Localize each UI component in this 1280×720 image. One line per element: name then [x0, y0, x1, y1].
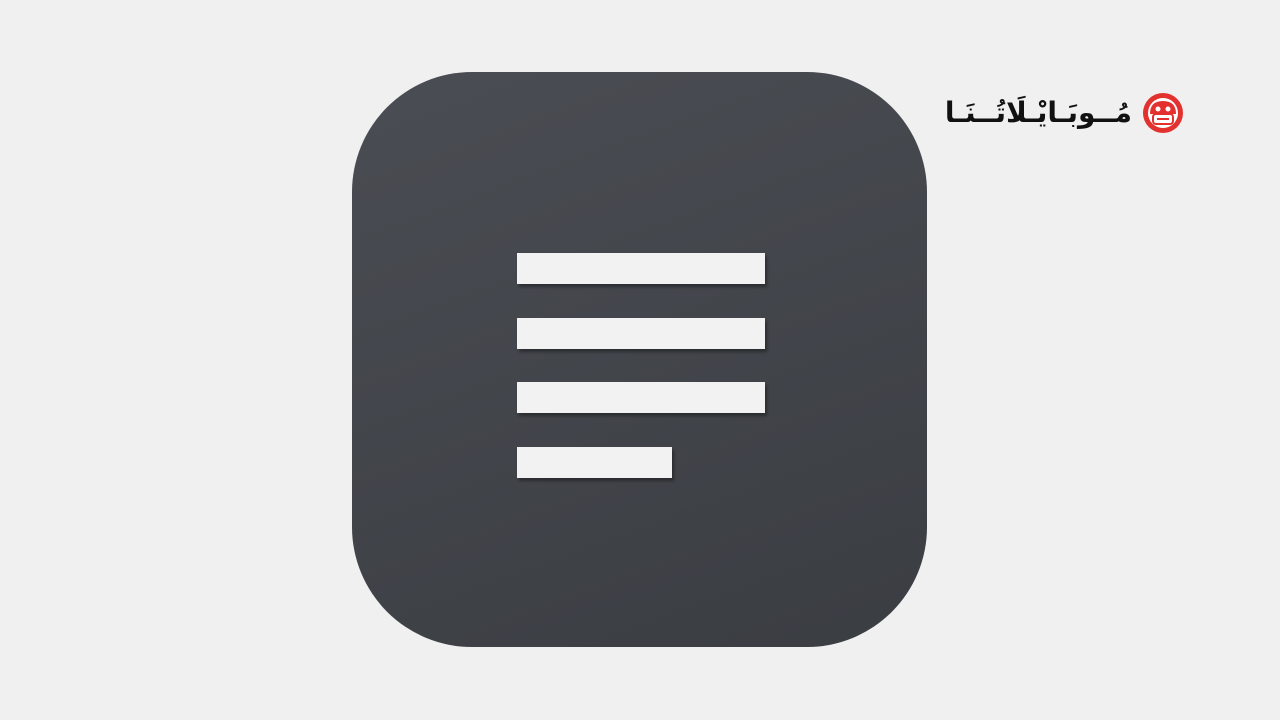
- watermark: مُــوبَـايْـلَاتُــنَـا: [945, 92, 1184, 134]
- robot-head-logo-icon: [1143, 93, 1183, 133]
- app-icon-background: [352, 72, 927, 647]
- page-canvas: مُــوبَـايْـلَاتُــنَـا: [0, 0, 1280, 720]
- text-line-bar: [517, 382, 765, 413]
- text-line-bar: [517, 446, 672, 478]
- text-line-bar: [517, 253, 765, 284]
- text-line-bar: [517, 317, 765, 349]
- app-icon: [352, 72, 927, 647]
- watermark-text: مُــوبَـايْـلَاتُــنَـا: [944, 96, 1132, 129]
